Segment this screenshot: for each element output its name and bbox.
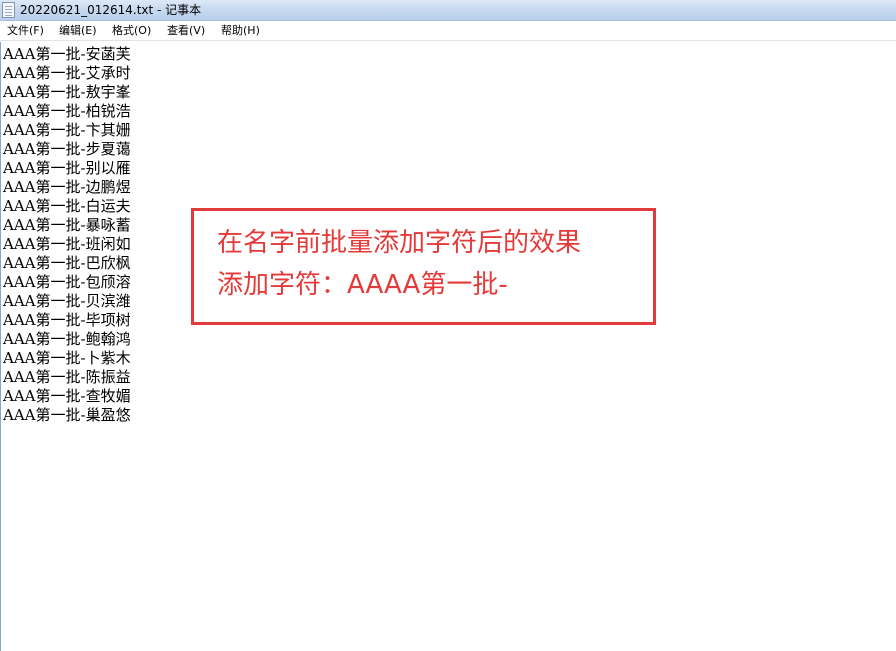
editor-line: AAA第一批-包颀溶: [3, 273, 131, 291]
editor-line: AAA第一批-白运夫: [3, 197, 131, 215]
editor-line: AAA第一批-贝滨潍: [3, 292, 131, 310]
editor-line: AAA第一批-查牧媚: [3, 387, 131, 405]
menu-file[interactable]: 文件(F): [7, 24, 44, 38]
editor-line: AAA第一批-边鹏煜: [3, 178, 131, 196]
annotation-callout: 在名字前批量添加字符后的效果 添加字符：AAAA第一批-: [191, 208, 656, 325]
window-title: 20220621_012614.txt - 记事本: [20, 3, 202, 17]
editor-line: AAA第一批-鲍翰鸿: [3, 330, 131, 348]
annotation-detail: 添加字符：AAAA第一批-: [217, 270, 508, 300]
title-bar[interactable]: 20220621_012614.txt - 记事本: [0, 0, 896, 21]
editor-line: AAA第一批-巢盈悠: [3, 406, 131, 424]
menu-bar: 文件(F) 编辑(E) 格式(O) 查看(V) 帮助(H): [0, 21, 896, 41]
menu-edit[interactable]: 编辑(E): [59, 24, 97, 38]
editor-line: AAA第一批-柏锐浩: [3, 102, 131, 120]
notepad-icon: [2, 2, 15, 18]
editor-line: AAA第一批-暴咏蓄: [3, 216, 131, 234]
notepad-window: 20220621_012614.txt - 记事本 文件(F) 编辑(E) 格式…: [0, 0, 896, 651]
editor-line: AAA第一批-敖宇峯: [3, 83, 131, 101]
editor-line: AAA第一批-别以雁: [3, 159, 131, 177]
editor-line: AAA第一批-巴欣枫: [3, 254, 131, 272]
menu-view[interactable]: 查看(V): [167, 24, 205, 38]
editor-line: AAA第一批-卜紫木: [3, 349, 131, 367]
editor-lines: AAA第一批-安菡芙 AAA第一批-艾承时 AAA第一批-敖宇峯 AAA第一批-…: [3, 45, 131, 425]
text-editor-area[interactable]: AAA第一批-安菡芙 AAA第一批-艾承时 AAA第一批-敖宇峯 AAA第一批-…: [0, 42, 896, 651]
menu-help[interactable]: 帮助(H): [221, 24, 260, 38]
editor-line: AAA第一批-毕项树: [3, 311, 131, 329]
editor-line: AAA第一批-卞其姗: [3, 121, 131, 139]
editor-line: AAA第一批-陈振益: [3, 368, 131, 386]
editor-line: AAA第一批-安菡芙: [3, 45, 131, 63]
editor-line: AAA第一批-艾承时: [3, 64, 131, 82]
editor-line: AAA第一批-班闲如: [3, 235, 131, 253]
editor-line: AAA第一批-步夏蔼: [3, 140, 131, 158]
menu-format[interactable]: 格式(O): [112, 24, 151, 38]
annotation-title: 在名字前批量添加字符后的效果: [217, 228, 582, 258]
